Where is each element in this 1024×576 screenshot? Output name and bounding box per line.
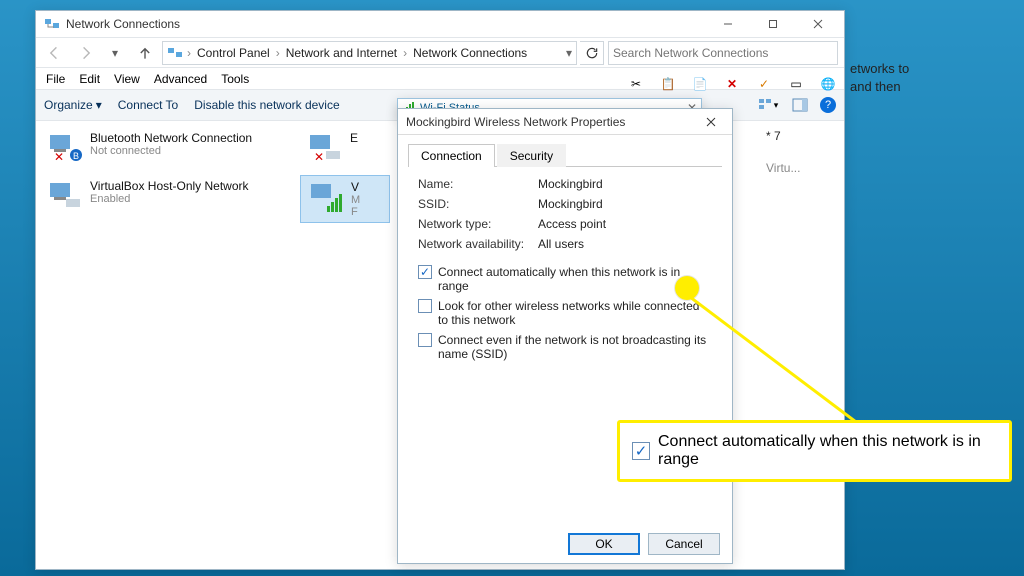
close-button[interactable] bbox=[795, 12, 840, 36]
paste-icon[interactable]: 📄 bbox=[687, 72, 713, 96]
svg-text:✕: ✕ bbox=[54, 150, 64, 164]
adapter-name: VirtualBox Host-Only Network bbox=[90, 179, 249, 193]
callout-text: Connect automatically when this network … bbox=[658, 433, 997, 469]
adapter-name-truncated: * 7 bbox=[766, 129, 781, 143]
organize-dropdown[interactable]: Organize▾ bbox=[44, 98, 102, 112]
checkbox-look-for-other[interactable]: Look for other wireless networks while c… bbox=[418, 299, 712, 327]
globe-icon[interactable]: 🌐 bbox=[815, 72, 841, 96]
value-type: Access point bbox=[538, 217, 712, 231]
adapter-bluetooth[interactable]: B✕ Bluetooth Network Connection Not conn… bbox=[40, 127, 290, 173]
menu-view[interactable]: View bbox=[114, 72, 140, 86]
copy-icon[interactable]: 📋 bbox=[655, 72, 681, 96]
menu-file[interactable]: File bbox=[46, 72, 65, 86]
disable-device-button[interactable]: Disable this network device bbox=[194, 98, 339, 112]
checkbox-icon[interactable] bbox=[418, 265, 432, 279]
titlebar[interactable]: Mockingbird Wireless Network Properties bbox=[398, 109, 732, 135]
ethernet-icon bbox=[46, 179, 84, 217]
network-properties-dialog: Mockingbird Wireless Network Properties … bbox=[397, 108, 733, 564]
adapter-status: Not connected bbox=[90, 145, 252, 157]
svg-text:B: B bbox=[73, 151, 79, 161]
label-name: Name: bbox=[418, 177, 538, 191]
chevron-right-icon: › bbox=[403, 46, 407, 60]
adapter-virtualbox[interactable]: VirtualBox Host-Only Network Enabled bbox=[40, 175, 290, 221]
tab-connection[interactable]: Connection bbox=[408, 144, 495, 167]
adapter-initial: V bbox=[351, 180, 360, 194]
menu-edit[interactable]: Edit bbox=[79, 72, 100, 86]
chevron-down-icon[interactable]: ▾ bbox=[566, 46, 572, 60]
adapter-desc-truncated: Virtu... bbox=[766, 161, 800, 175]
value-availability: All users bbox=[538, 237, 712, 251]
breadcrumb-bar[interactable]: › Control Panel › Network and Internet ›… bbox=[162, 41, 577, 65]
adapter-name: Bluetooth Network Connection bbox=[90, 131, 252, 145]
crumb-control-panel[interactable]: Control Panel bbox=[193, 46, 274, 60]
menu-advanced[interactable]: Advanced bbox=[154, 72, 207, 86]
crumb-network-and-internet[interactable]: Network and Internet bbox=[282, 46, 401, 60]
wifi-icon bbox=[307, 180, 345, 218]
help-icon[interactable]: ? bbox=[820, 97, 836, 113]
label-ssid: SSID: bbox=[418, 197, 538, 211]
chevron-right-icon: › bbox=[187, 46, 191, 60]
checkbox-icon[interactable] bbox=[418, 299, 432, 313]
tab-bar: Connection Security bbox=[408, 143, 722, 167]
delete-icon[interactable]: ✕ bbox=[719, 72, 745, 96]
label-availability: Network availability: bbox=[418, 237, 538, 251]
tab-security[interactable]: Security bbox=[497, 144, 566, 167]
annotation-callout: Connect automatically when this network … bbox=[617, 420, 1012, 482]
network-icon bbox=[167, 45, 183, 61]
adapter-status: Enabled bbox=[90, 193, 249, 205]
properties-icon[interactable]: ▭ bbox=[783, 72, 809, 96]
cut-icon[interactable]: ✂ bbox=[623, 72, 649, 96]
bluetooth-icon: B✕ bbox=[46, 131, 84, 169]
value-ssid: Mockingbird bbox=[538, 197, 712, 211]
titlebar[interactable]: Network Connections bbox=[36, 11, 844, 37]
value-name: Mockingbird bbox=[538, 177, 712, 191]
maximize-button[interactable] bbox=[750, 12, 795, 36]
adapter-sub: F bbox=[351, 206, 360, 218]
forward-button[interactable] bbox=[72, 41, 98, 65]
dialog-title: Mockingbird Wireless Network Properties bbox=[406, 115, 694, 129]
adapter-ethernet-truncated[interactable]: ✕ E bbox=[300, 127, 390, 173]
crumb-network-connections[interactable]: Network Connections bbox=[409, 46, 531, 60]
check-icon[interactable]: ✓ bbox=[751, 72, 777, 96]
checkbox-icon bbox=[632, 442, 650, 460]
checkbox-label: Connect even if the network is not broad… bbox=[438, 333, 712, 361]
menu-tools[interactable]: Tools bbox=[221, 72, 249, 86]
refresh-button[interactable] bbox=[580, 41, 604, 65]
search-input[interactable] bbox=[608, 41, 838, 65]
label-type: Network type: bbox=[418, 217, 538, 231]
checkbox-connect-automatically[interactable]: Connect automatically when this network … bbox=[418, 265, 712, 293]
up-button[interactable] bbox=[132, 41, 158, 65]
connect-to-button[interactable]: Connect To bbox=[118, 98, 179, 112]
checkbox-label: Look for other wireless networks while c… bbox=[438, 299, 712, 327]
adapter-wifi-selected[interactable]: V M F bbox=[300, 175, 390, 223]
close-button[interactable] bbox=[694, 110, 728, 134]
adapter-initial: E bbox=[350, 131, 358, 145]
checkbox-label: Connect automatically when this network … bbox=[438, 265, 712, 293]
svg-text:✕: ✕ bbox=[314, 150, 324, 164]
network-icon bbox=[44, 16, 60, 32]
chevron-right-icon: › bbox=[276, 46, 280, 60]
checkbox-connect-hidden[interactable]: Connect even if the network is not broad… bbox=[418, 333, 712, 361]
recent-dropdown[interactable]: ▾ bbox=[102, 41, 128, 65]
dialog-buttons: OK Cancel bbox=[398, 533, 732, 555]
annotation-highlight-dot bbox=[675, 276, 699, 300]
background-help-text: etworks to and then bbox=[850, 60, 909, 96]
back-button[interactable] bbox=[42, 41, 68, 65]
property-grid: Name: Mockingbird SSID: Mockingbird Netw… bbox=[418, 177, 712, 251]
window-title: Network Connections bbox=[66, 17, 705, 31]
cancel-button[interactable]: Cancel bbox=[648, 533, 720, 555]
ethernet-icon: ✕ bbox=[306, 131, 344, 169]
checkbox-icon[interactable] bbox=[418, 333, 432, 347]
address-bar-row: ▾ › Control Panel › Network and Internet… bbox=[36, 37, 844, 67]
adapter-sub: M bbox=[351, 194, 360, 206]
ok-button[interactable]: OK bbox=[568, 533, 640, 555]
minimize-button[interactable] bbox=[705, 12, 750, 36]
ribbon-buttons: ✂ 📋 📄 ✕ ✓ ▭ 🌐 bbox=[623, 69, 841, 99]
